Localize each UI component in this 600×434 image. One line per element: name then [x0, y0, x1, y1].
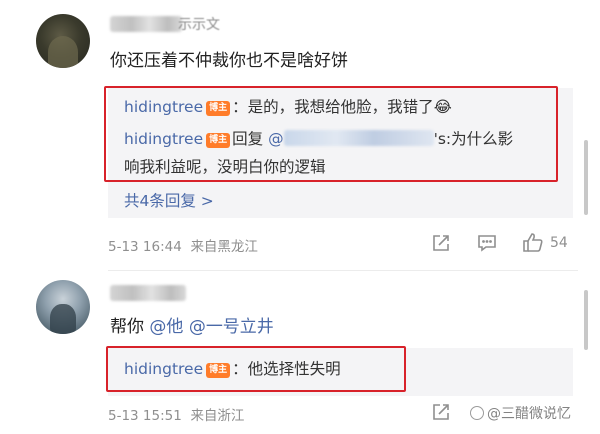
username-blurred[interactable] [110, 285, 186, 301]
comment-meta: 5-13 15:51 来自浙江 [108, 404, 244, 424]
comment-time: 5-13 15:51 [108, 408, 182, 424]
comment-1: 示示文 你还压着不仲裁你也不是啥好饼 hidingtree 博主 ：是的，我想给他脸… [0, 0, 600, 270]
comment-location: 来自黑龙江 [190, 239, 258, 255]
like-count: 54 [550, 235, 568, 251]
comment-icon[interactable] [477, 233, 497, 253]
avatar[interactable] [36, 280, 90, 334]
comment-text-prefix: 帮你 [110, 317, 144, 337]
comment-2: 帮你 @他 @一号立井 hidingtree 博主 ：他选择性失明 5-13 15:… [0, 270, 600, 434]
avatar[interactable] [36, 14, 90, 68]
like-icon[interactable] [522, 232, 544, 252]
more-replies-link[interactable]: 共4条回复 > [124, 189, 214, 211]
watermark-logo-icon [470, 406, 484, 420]
mention-link[interactable]: @他 [149, 317, 183, 337]
username-blurred[interactable] [110, 16, 182, 32]
watermark: @三醋微说忆 [470, 403, 571, 423]
username-tail[interactable]: 示示文 [178, 14, 220, 34]
share-icon[interactable] [431, 233, 451, 253]
highlight-frame [106, 346, 406, 392]
comment-text: 你还压着不仲裁你也不是啥好饼 [110, 51, 348, 71]
scrollbar-lower[interactable] [584, 290, 588, 350]
highlight-frame [104, 86, 558, 182]
share-icon[interactable] [431, 402, 451, 422]
comment-text: 帮你 @他 @一号立井 [110, 312, 274, 337]
comment-meta: 5-13 16:44 来自黑龙江 [108, 235, 258, 255]
mention-link[interactable]: @一号立井 [189, 317, 274, 337]
comment-time: 5-13 16:44 [108, 239, 182, 255]
comment-location: 来自浙江 [190, 408, 245, 424]
watermark-text: @三醋微说忆 [487, 406, 571, 422]
scrollbar[interactable] [584, 140, 588, 215]
